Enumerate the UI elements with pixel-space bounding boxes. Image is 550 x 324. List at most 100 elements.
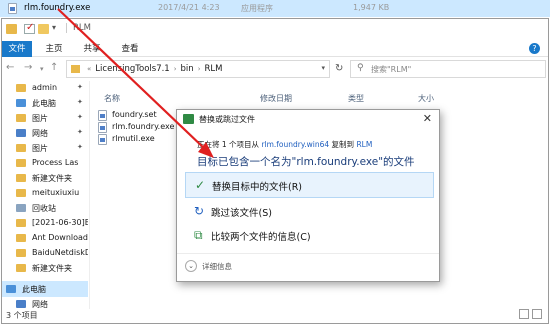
- copy-text-prefix: 正在将 1 个项目从: [197, 140, 260, 149]
- sidebar-item-this-pc[interactable]: 此电脑 ✦: [2, 95, 88, 111]
- chevron-left-icon[interactable]: «: [83, 65, 95, 73]
- sidebar-item-admin[interactable]: admin ✦: [2, 80, 88, 96]
- sidebar-item-new-folder[interactable]: 新建文件夹: [2, 170, 88, 186]
- view-toggle: [516, 309, 542, 321]
- chevron-right-icon[interactable]: ›: [194, 65, 205, 73]
- network-icon: [16, 129, 26, 137]
- recent-locations-icon[interactable]: ▾: [40, 65, 44, 73]
- file-kind: 应用程序: [241, 4, 273, 13]
- search-icon: ⚲: [357, 63, 364, 73]
- new-folder-icon[interactable]: [38, 24, 49, 34]
- sidebar-item-recycle-bin[interactable]: 回收站: [2, 200, 88, 216]
- refresh-icon[interactable]: ↻: [335, 63, 343, 74]
- tab-view[interactable]: 查看: [116, 41, 144, 57]
- sidebar-item-label: Process Las: [32, 158, 79, 167]
- sidebar-item-pictures[interactable]: 图片 ✦: [2, 110, 88, 126]
- folder-icon: [71, 65, 80, 73]
- sidebar-item-label: 此电脑: [22, 285, 46, 294]
- address-bar[interactable]: «LicensingTools7.1 › bin › RLM ▾: [66, 60, 330, 78]
- divider: [177, 253, 439, 254]
- pictures-icon: [16, 114, 26, 122]
- folder-icon: [16, 174, 26, 182]
- checkmark-icon: ✓: [195, 178, 206, 192]
- file-date: 2017/4/21 4:23: [158, 3, 220, 12]
- breadcrumb: «LicensingTools7.1 › bin › RLM: [83, 64, 222, 74]
- sidebar-item-label: [2021-06-30]Be: [32, 218, 88, 227]
- skip-icon: ↻: [194, 204, 205, 218]
- column-headers: 名称 修改日期 类型 大小: [96, 93, 466, 107]
- sidebar-item-new-folder-2[interactable]: 新建文件夹: [2, 260, 88, 276]
- folder-icon: [6, 24, 17, 34]
- exe-file-icon: [98, 122, 107, 133]
- file-row-rlm-foundry-top[interactable]: rlm.foundry.exe 2017/4/21 4:23 应用程序 1,94…: [0, 0, 550, 17]
- column-header-type[interactable]: 类型: [348, 93, 364, 104]
- sidebar-item-label: 网络: [32, 300, 48, 309]
- pin-icon: ✦: [77, 113, 83, 121]
- properties-icon[interactable]: [24, 22, 35, 34]
- column-header-date[interactable]: 修改日期: [260, 93, 292, 104]
- pin-icon: ✦: [77, 98, 83, 106]
- folder-icon: [16, 219, 26, 227]
- file-size: 1,947 KB: [353, 3, 390, 12]
- sidebar-item-ant-download[interactable]: Ant Download: [2, 230, 88, 246]
- folder-icon: [16, 84, 26, 92]
- folder-icon: [16, 234, 26, 242]
- column-header-size[interactable]: 大小: [418, 93, 434, 104]
- replace-or-skip-dialog: 替换或跳过文件 ✕ 正在将 1 个项目从 rlm.foundry.win64 复…: [176, 109, 440, 282]
- chevron-right-icon[interactable]: ›: [170, 65, 181, 73]
- settings-file-icon: [98, 110, 107, 121]
- help-icon[interactable]: ?: [529, 43, 540, 54]
- sidebar-item-2021-06-30[interactable]: [2021-06-30]Be: [2, 215, 88, 231]
- navigation-bar: ← → ▾ ↑ «LicensingTools7.1 › bin › RLM ▾ ↻ ⚲…: [2, 57, 548, 81]
- destination-folder-link[interactable]: RLM: [356, 140, 372, 149]
- breadcrumb-item[interactable]: LicensingTools7.1: [95, 64, 169, 74]
- tab-file[interactable]: 文件: [2, 41, 32, 57]
- forward-arrow-icon[interactable]: →: [24, 62, 32, 73]
- sidebar-item-label: meituxiuxiu: [32, 188, 80, 197]
- sidebar-item-meituxiuxiu[interactable]: meituxiuxiu: [2, 185, 88, 201]
- replace-file-button[interactable]: ✓ 替换目标中的文件(R): [185, 172, 434, 198]
- replace-option-label: 替换目标中的文件(R): [212, 182, 303, 193]
- details-view-icon[interactable]: [519, 309, 529, 319]
- back-arrow-icon[interactable]: ←: [6, 62, 14, 73]
- column-header-name[interactable]: 名称: [104, 93, 120, 104]
- breadcrumb-item[interactable]: RLM: [205, 64, 223, 74]
- pin-icon: ✦: [77, 83, 83, 91]
- file-name: foundry.set: [112, 110, 157, 119]
- file-name: rlm.foundry.exe: [112, 122, 175, 131]
- file-name: rlm.foundry.exe: [24, 3, 91, 13]
- sidebar-item-process-las[interactable]: Process Las: [2, 155, 88, 171]
- sidebar-item-baidunetdisk[interactable]: BaiduNetdiskD: [2, 245, 88, 261]
- compare-files-button[interactable]: ⧉ 比较两个文件的信息(C): [185, 223, 434, 249]
- dialog-heading: 目标已包含一个名为"rlm.foundry.exe"的文件: [197, 156, 415, 168]
- folder-icon: [16, 264, 26, 272]
- up-arrow-icon[interactable]: ↑: [50, 62, 58, 73]
- skip-option-label: 跳过该文件(S): [211, 208, 272, 219]
- sidebar-item-pictures-2[interactable]: 图片 ✦: [2, 140, 88, 156]
- sidebar-item-label: 新建文件夹: [32, 174, 72, 183]
- search-input[interactable]: ⚲ 搜索"RLM": [350, 60, 546, 78]
- network-icon: [16, 300, 26, 308]
- exe-file-icon: [8, 3, 17, 14]
- copy-text-mid: 复制到: [331, 140, 355, 149]
- window-title: RLM: [66, 23, 91, 33]
- exe-file-icon: [98, 134, 107, 145]
- computer-icon: [16, 99, 26, 107]
- copy-progress-text: 正在将 1 个项目从 rlm.foundry.win64 复制到 RLM: [197, 139, 372, 150]
- chevron-down-icon[interactable]: ▾: [321, 64, 325, 72]
- source-folder-link[interactable]: rlm.foundry.win64: [261, 140, 329, 149]
- file-name: rlmutil.exe: [112, 134, 155, 143]
- breadcrumb-item[interactable]: bin: [181, 64, 194, 74]
- pictures-icon: [16, 144, 26, 152]
- customize-toolbar-icon[interactable]: ▾: [52, 23, 63, 33]
- sidebar-item-network[interactable]: 网络 ✦: [2, 125, 88, 141]
- sidebar-item-this-pc-2[interactable]: 此电脑: [2, 281, 88, 297]
- pin-icon: ✦: [77, 128, 83, 136]
- skip-file-button[interactable]: ↻ 跳过该文件(S): [185, 199, 434, 225]
- dialog-title-bar: 替换或跳过文件 ✕: [177, 110, 439, 128]
- close-icon[interactable]: ✕: [423, 112, 432, 125]
- large-icons-view-icon[interactable]: [532, 309, 542, 319]
- tab-home[interactable]: 主页: [40, 41, 68, 57]
- compare-option-label: 比较两个文件的信息(C): [211, 232, 311, 243]
- tab-share[interactable]: 共享: [78, 41, 106, 57]
